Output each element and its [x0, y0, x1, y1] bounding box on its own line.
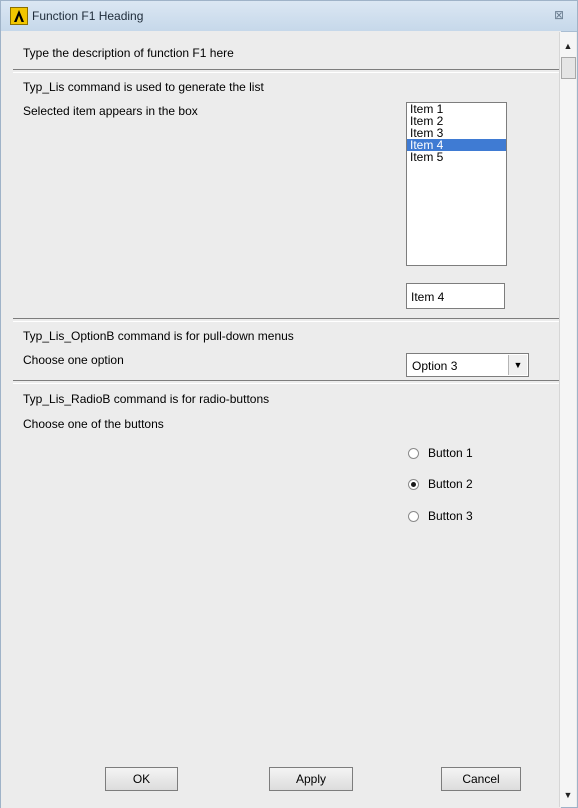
option-section-heading: Typ_Lis_OptionB command is for pull-down… — [23, 329, 294, 343]
radio-label[interactable]: Button 2 — [428, 477, 473, 491]
separator — [13, 69, 561, 73]
radio-section-subtext: Choose one of the buttons — [23, 417, 164, 431]
cancel-button[interactable]: Cancel — [441, 767, 521, 791]
scroll-thumb[interactable] — [561, 57, 576, 79]
selected-item-field[interactable]: Item 4 — [406, 283, 505, 309]
separator — [13, 318, 561, 322]
function-description: Type the description of function F1 here — [23, 46, 234, 60]
ansys-logo-icon — [10, 7, 28, 25]
option-dropdown-value: Option 3 — [412, 359, 458, 373]
list-item[interactable]: Item 5 — [407, 151, 506, 163]
vertical-scrollbar[interactable]: ▲ ▼ — [559, 32, 576, 807]
option-dropdown[interactable]: Option 3 ▼ — [406, 353, 529, 377]
radio-label[interactable]: Button 3 — [428, 509, 473, 523]
separator — [13, 380, 561, 384]
item-listbox[interactable]: Item 1 Item 2 Item 3 Item 4 Item 5 — [406, 102, 507, 266]
list-section-subtext: Selected item appears in the box — [23, 104, 198, 118]
radio-circle-icon[interactable] — [408, 511, 419, 522]
chevron-down-icon[interactable]: ▼ — [508, 355, 527, 375]
apply-button[interactable]: Apply — [269, 767, 353, 791]
close-icon[interactable]: ⊠ — [552, 9, 566, 22]
radio-section-heading: Typ_Lis_RadioB command is for radio-butt… — [23, 392, 270, 406]
window-title: Function F1 Heading — [32, 9, 144, 23]
scroll-down-icon[interactable]: ▼ — [560, 787, 576, 804]
radio-checked-icon[interactable] — [408, 479, 419, 490]
ok-button[interactable]: OK — [105, 767, 178, 791]
dialog-window: Function F1 Heading ⊠ Type the descripti… — [0, 0, 578, 808]
radio-label[interactable]: Button 1 — [428, 446, 473, 460]
radio-circle-icon[interactable] — [408, 448, 419, 459]
list-section-heading: Typ_Lis command is used to generate the … — [23, 80, 264, 94]
option-section-subtext: Choose one option — [23, 353, 124, 367]
scroll-up-icon[interactable]: ▲ — [560, 38, 576, 55]
title-bar[interactable]: Function F1 Heading ⊠ — [1, 1, 577, 32]
